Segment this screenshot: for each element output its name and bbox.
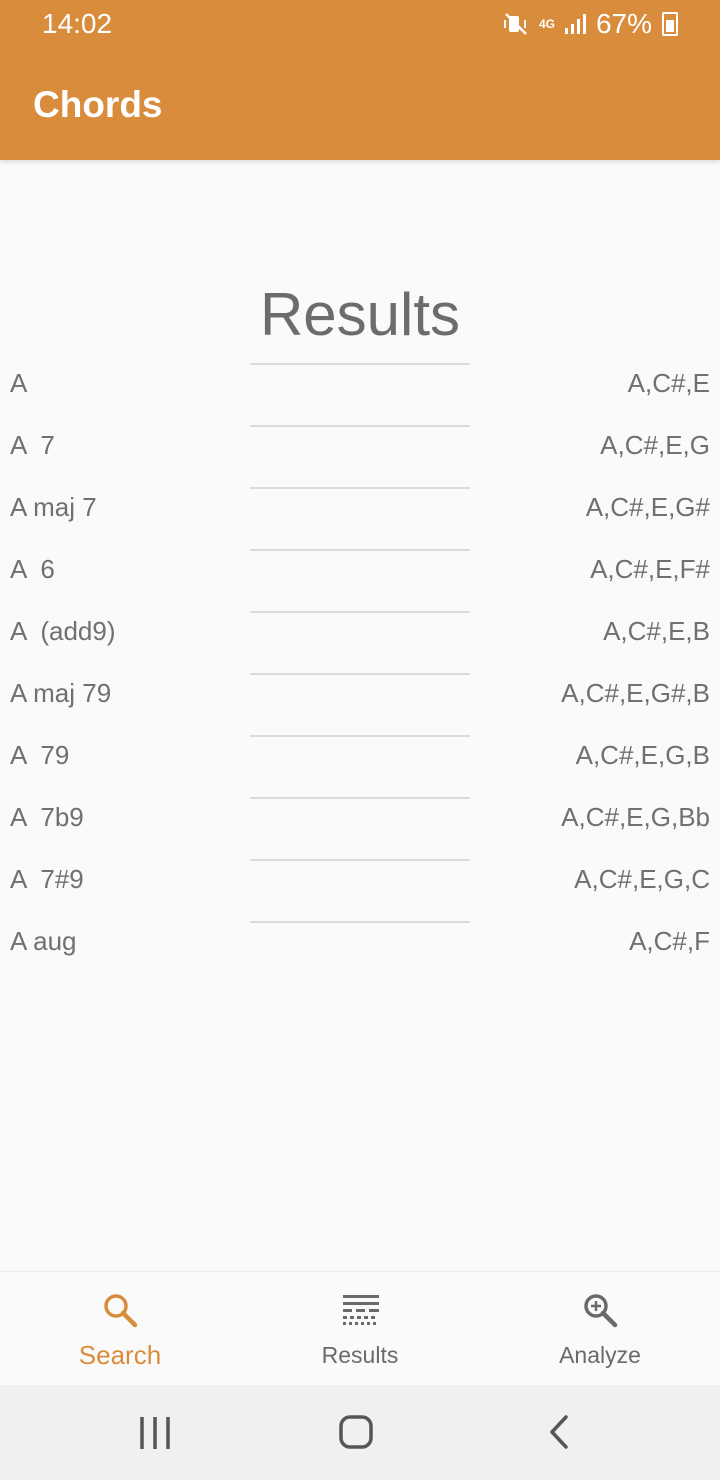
network-type-icon: 4G (539, 18, 555, 30)
bottom-navigation: Search Results Analyze (0, 1271, 720, 1385)
app-title: Chords (33, 84, 163, 125)
search-icon (104, 1294, 138, 1328)
chord-notes: A,C#,F (629, 926, 710, 956)
zoom-in-icon (584, 1294, 618, 1328)
chord-row[interactable]: A maj 7 A,C#,E,G# (0, 476, 720, 538)
chord-notes: A,C#,E,F# (590, 554, 710, 584)
row-divider (250, 921, 470, 923)
nav-analyze-label: Analyze (559, 1342, 641, 1368)
chord-notes: A,C#,E,G,C (574, 864, 710, 894)
chord-row[interactable]: A aug A,C#,F (0, 910, 720, 972)
chord-name: A 7 (10, 430, 55, 460)
chord-notes: A,C#,E (627, 368, 710, 398)
chord-row[interactable]: A maj 79 A,C#,E,G#,B (0, 662, 720, 724)
chord-name: A maj 79 (10, 678, 112, 708)
system-navigation-bar (0, 1385, 720, 1480)
home-icon[interactable] (326, 1413, 386, 1453)
chord-notes: A,C#,E,G,Bb (561, 802, 710, 832)
chord-name: A (10, 368, 28, 398)
battery-percent: 67% (595, 8, 652, 39)
status-time: 14:02 (42, 8, 113, 39)
chord-notes: A,C#,E,B (603, 616, 710, 646)
chord-name: A 79 (10, 740, 70, 770)
nav-results-label: Results (321, 1342, 399, 1368)
signal-icon (564, 14, 586, 34)
nav-search[interactable]: Search (0, 1272, 240, 1386)
row-divider (250, 549, 470, 551)
network-type-label: 4G (538, 17, 555, 31)
chord-name: A (add9) (10, 616, 116, 646)
chord-row[interactable]: A (add9) A,C#,E,B (0, 600, 720, 662)
nav-analyze[interactable]: Analyze (480, 1272, 720, 1386)
nav-search-label: Search (78, 1340, 162, 1370)
chord-row[interactable]: A 79 A,C#,E,G,B (0, 724, 720, 786)
row-divider (250, 859, 470, 861)
chord-row[interactable]: A 6 A,C#,E,F# (0, 538, 720, 600)
chord-list: A A,C#,E A 7 A,C#,E,G A maj 7 A,C#,E,G# … (0, 352, 720, 972)
row-divider (250, 735, 470, 737)
row-divider (250, 487, 470, 489)
row-divider (250, 363, 470, 365)
row-divider (250, 611, 470, 613)
chord-name: A maj 7 (10, 492, 97, 522)
row-divider (250, 673, 470, 675)
results-heading: Results (259, 281, 461, 348)
chord-name: A 7#9 (10, 864, 84, 894)
status-icons: 4G 67% (503, 8, 678, 40)
chord-name: A aug (10, 926, 77, 956)
status-bar: 14:02 4G 67% (0, 0, 720, 50)
mute-vibrate-icon (503, 12, 529, 36)
chord-row[interactable]: A A,C#,E (0, 352, 720, 414)
chord-notes: A,C#,E,G (600, 430, 710, 460)
nav-results[interactable]: Results (240, 1272, 480, 1386)
results-icon (343, 1295, 379, 1325)
chord-row[interactable]: A 7b9 A,C#,E,G,Bb (0, 786, 720, 848)
chord-name: A 7b9 (10, 802, 84, 832)
chord-name: A 6 (10, 554, 55, 584)
recent-apps-icon[interactable] (126, 1413, 186, 1453)
battery-icon (662, 12, 678, 36)
chord-row[interactable]: A 7 A,C#,E,G (0, 414, 720, 476)
row-divider (250, 425, 470, 427)
chord-notes: A,C#,E,G,B (575, 740, 710, 770)
chord-notes: A,C#,E,G#,B (561, 678, 710, 708)
chord-notes: A,C#,E,G# (585, 492, 710, 522)
back-icon[interactable] (528, 1413, 588, 1453)
app-bar: 14:02 4G 67% Chords (0, 0, 720, 160)
chord-row[interactable]: A 7#9 A,C#,E,G,C (0, 848, 720, 910)
row-divider (250, 797, 470, 799)
